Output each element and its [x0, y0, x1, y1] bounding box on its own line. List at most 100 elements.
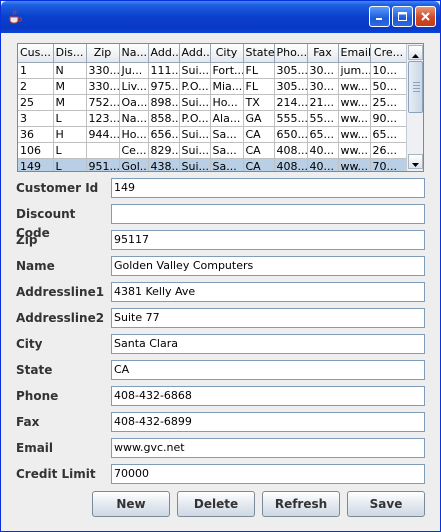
table-cell[interactable]: CA [243, 126, 275, 143]
table-cell[interactable]: 65... [370, 126, 407, 143]
table-cell[interactable]: Sui... [179, 62, 211, 79]
table-cell[interactable]: Sa... [210, 126, 244, 143]
table-cell[interactable]: Sui... [179, 142, 211, 159]
title-bar[interactable] [1, 1, 440, 33]
table-cell[interactable]: ww... [338, 78, 371, 95]
table-cell[interactable]: 36 [18, 126, 54, 143]
city-field[interactable]: Santa Clara [111, 334, 425, 354]
table-cell[interactable]: 70... [370, 158, 407, 171]
save-button[interactable]: Save [347, 491, 425, 517]
table-cell[interactable]: Liv... [119, 78, 149, 95]
table-row[interactable]: 36 H 944... Ho... 656... Sui... Sa... CA 650... 6… [18, 126, 407, 143]
table-cell[interactable]: 555... [274, 110, 308, 127]
table-cell[interactable]: FL [243, 62, 275, 79]
table-cell[interactable]: M [53, 78, 87, 95]
table-cell[interactable]: P.O... [179, 78, 211, 95]
table-cell[interactable]: 858... [148, 110, 180, 127]
table-vertical-scrollbar[interactable] [406, 44, 423, 171]
column-header[interactable]: Email [338, 44, 371, 63]
table-cell[interactable]: CA [243, 158, 275, 171]
table-cell[interactable]: CA [243, 142, 275, 159]
close-button[interactable] [415, 6, 436, 27]
table-cell[interactable]: L [53, 142, 87, 159]
table-cell[interactable]: 21... [307, 94, 339, 111]
table-cell[interactable]: Ce... [119, 142, 149, 159]
scroll-thumb[interactable] [408, 61, 423, 113]
table-cell[interactable]: 330... [86, 62, 120, 79]
table-cell[interactable]: 10... [370, 62, 407, 79]
fax-field[interactable]: 408-432-6899 [111, 412, 425, 432]
scroll-up-button[interactable] [408, 45, 423, 60]
table-cell[interactable]: 1 [18, 62, 54, 79]
table-cell[interactable]: 2 [18, 78, 54, 95]
table-cell[interactable]: Ala... [210, 110, 244, 127]
table-cell[interactable]: P.O... [179, 110, 211, 127]
table-cell[interactable]: 898... [148, 94, 180, 111]
addressline1-field[interactable]: 4381 Kelly Ave [111, 282, 425, 302]
table-cell[interactable]: Sui... [179, 126, 211, 143]
customer-table[interactable]: Cus...Dis...ZipNa...Add...Add...CityStat… [18, 44, 407, 171]
table-cell[interactable]: 65... [307, 126, 339, 143]
table-cell[interactable]: 40... [307, 158, 339, 171]
state-field[interactable]: CA [111, 360, 425, 380]
table-cell[interactable]: 305... [274, 78, 308, 95]
table-cell[interactable]: 149 [18, 158, 54, 171]
table-cell[interactable]: 26... [370, 142, 407, 159]
table-cell[interactable]: ww... [338, 110, 371, 127]
table-cell[interactable]: ww... [338, 94, 371, 111]
table-cell[interactable]: 30... [307, 78, 339, 95]
table-cell[interactable]: 408... [274, 142, 308, 159]
zip-field[interactable]: 95117 [111, 230, 425, 250]
phone-field[interactable]: 408-432-6868 [111, 386, 425, 406]
minimize-button[interactable] [369, 6, 390, 27]
column-header[interactable]: City [210, 44, 244, 63]
table-row[interactable]: 106 L Ce... 829... Sui... Sa... CA 408... 40... w… [18, 142, 407, 159]
credit-limit-field[interactable]: 70000 [111, 464, 425, 484]
table-cell[interactable]: Ho... [119, 126, 149, 143]
table-cell[interactable]: 40... [307, 142, 339, 159]
name-field[interactable]: Golden Valley Computers [111, 256, 425, 276]
table-cell[interactable]: L [53, 158, 87, 171]
column-header[interactable]: Add... [148, 44, 180, 63]
table-cell[interactable]: 25... [370, 94, 407, 111]
table-row[interactable]: 3 L 123... Na... 858... P.O... Ala... GA 555... 5… [18, 110, 407, 127]
column-header[interactable]: Add... [179, 44, 211, 63]
column-header[interactable]: Cre... [370, 44, 407, 63]
table-cell[interactable]: 944... [86, 126, 120, 143]
column-header[interactable]: Zip [86, 44, 120, 63]
new-button[interactable]: New [92, 491, 170, 517]
table-cell[interactable]: Sui... [179, 158, 211, 171]
table-cell[interactable]: ww... [338, 142, 371, 159]
table-cell[interactable]: N [53, 62, 87, 79]
column-header[interactable]: State [243, 44, 275, 63]
maximize-button[interactable] [392, 6, 413, 27]
table-cell[interactable]: 106 [18, 142, 54, 159]
table-cell[interactable] [86, 142, 120, 159]
customer-id-field[interactable]: 149 [111, 178, 425, 198]
table-cell[interactable]: Ju... [119, 62, 149, 79]
table-cell[interactable]: Na... [119, 110, 149, 127]
table-row[interactable]: 25 M 752... Oa... 898... Sui... Ho... TX 214... 2… [18, 94, 407, 111]
table-cell[interactable]: ww... [338, 158, 371, 171]
column-header[interactable]: Cus... [18, 44, 54, 63]
table-cell[interactable]: 55... [307, 110, 339, 127]
table-row[interactable]: 149 L 951... Gol... 438... Sui... Sa... CA 408..… [18, 158, 407, 171]
table-cell[interactable]: 408... [274, 158, 308, 171]
column-header[interactable]: Dis... [53, 44, 87, 63]
addressline2-field[interactable]: Suite 77 [111, 308, 425, 328]
table-cell[interactable]: 975... [148, 78, 180, 95]
table-cell[interactable]: 951... [86, 158, 120, 171]
discount-code-field[interactable] [111, 204, 425, 224]
table-cell[interactable]: L [53, 110, 87, 127]
table-cell[interactable]: H [53, 126, 87, 143]
scroll-down-button[interactable] [408, 154, 423, 169]
table-cell[interactable]: TX [243, 94, 275, 111]
table-cell[interactable]: Oa... [119, 94, 149, 111]
table-cell[interactable]: 752... [86, 94, 120, 111]
email-field[interactable]: www.gvc.net [111, 438, 425, 458]
table-cell[interactable]: 111... [148, 62, 180, 79]
table-cell[interactable]: 3 [18, 110, 54, 127]
table-cell[interactable]: FL [243, 78, 275, 95]
column-header[interactable]: Pho... [274, 44, 308, 63]
table-cell[interactable]: GA [243, 110, 275, 127]
